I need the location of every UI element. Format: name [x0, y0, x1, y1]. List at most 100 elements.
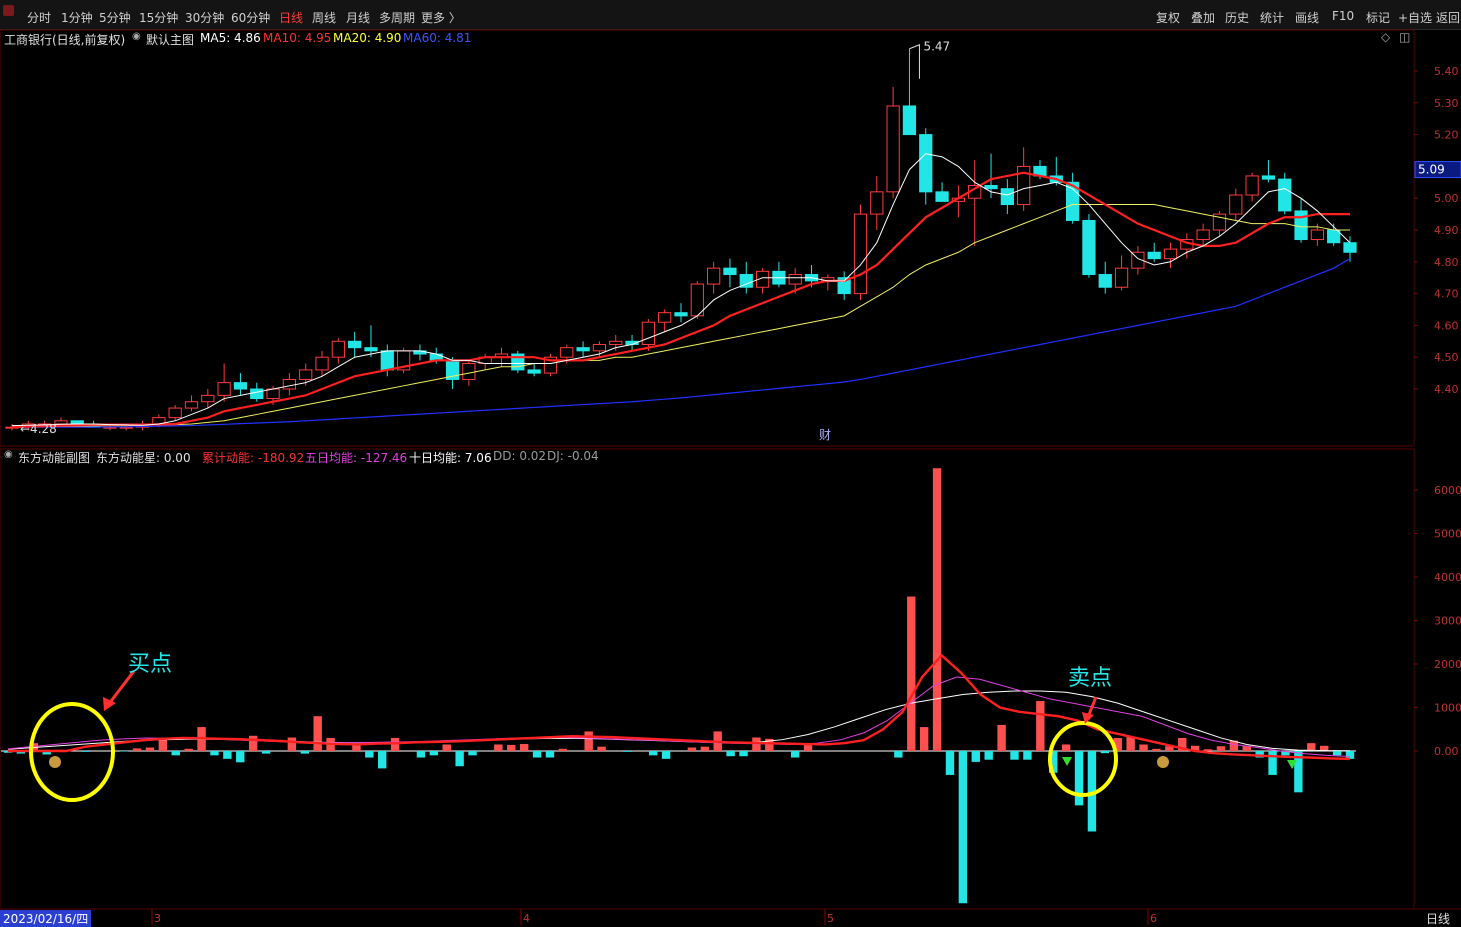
toolbar: 分时 1分钟 5分钟 15分钟 30分钟 60分钟日线周线月线多周期更多 〉 复权叠加历史统… [0, 0, 1461, 30]
sell-point-label: 卖点 [1068, 660, 1112, 692]
momentum-bar [1204, 749, 1212, 751]
momentum-bar [365, 751, 373, 758]
sub-chart-title[interactable]: 东方动能副图 [18, 449, 90, 466]
sub-panel-toggle-icon[interactable]: ◉ [4, 449, 13, 460]
toolbar-action-0[interactable]: 复权 [1156, 9, 1180, 26]
toolbar-period-4[interactable]: 30分钟 [185, 9, 224, 26]
month-label: 6 [1150, 912, 1157, 925]
momentum-bar [455, 751, 463, 766]
momentum-bar [1036, 701, 1044, 751]
momentum-bar [804, 744, 812, 751]
momentum-bar [597, 747, 605, 751]
candle-body [316, 357, 328, 370]
candle-body [349, 341, 361, 347]
candle-body [251, 389, 263, 399]
toolbar-period-5[interactable]: 60分钟 [231, 9, 270, 26]
momentum-bar [623, 751, 631, 752]
toolbar-period-0[interactable]: 分时 [27, 9, 51, 26]
toolbar-period-2[interactable]: 5分钟 [99, 9, 131, 26]
candle-body [1246, 176, 1258, 195]
candle-body [936, 192, 948, 202]
ma-legend-2: MA20: 4.90 [333, 31, 401, 45]
momentum-bar [210, 751, 218, 755]
candle-body [985, 185, 997, 188]
toolbar-action-6[interactable]: 标记 [1366, 9, 1390, 26]
price-axis-tick-label: 4.60 [1434, 319, 1459, 332]
toolbar-action-8[interactable]: 返回 [1436, 9, 1460, 26]
price-axis-tick-label: 4.80 [1434, 256, 1459, 269]
candle-body [724, 268, 736, 274]
candle-body [332, 341, 344, 357]
maximize-icon[interactable]: ◫ [1399, 30, 1410, 44]
sub-axis-tick-label: 4000 [1434, 571, 1461, 584]
five-day-momentum-line [8, 677, 1350, 756]
sub-legend-3: DD: 0.02 [493, 449, 546, 463]
toolbar-period-6[interactable]: 日线 [279, 9, 303, 26]
candle-body [1262, 176, 1274, 179]
min-price-label: ←4.28 [20, 422, 57, 436]
toolbar-period-9[interactable]: 多周期 [379, 9, 415, 26]
sub-legend-1: 五日均能: -127.46 [305, 449, 407, 466]
toolbar-action-2[interactable]: 历史 [1225, 9, 1249, 26]
candle-body [1328, 230, 1340, 243]
toolbar-period-10[interactable]: 更多 〉 [421, 9, 461, 26]
candle-body [854, 214, 866, 294]
momentum-bar [1023, 751, 1031, 760]
month-label: 4 [523, 912, 530, 925]
cumulative-momentum-line [8, 655, 1350, 759]
momentum-bar [313, 716, 321, 751]
candle-body [283, 379, 295, 389]
chart-area[interactable]: 4.404.504.604.704.804.905.005.105.205.30… [0, 29, 1461, 926]
money-bag-icon [49, 756, 61, 768]
candle-body [1311, 230, 1323, 240]
momentum-bar [739, 751, 747, 756]
toolbar-period-8[interactable]: 月线 [346, 9, 370, 26]
momentum-bar [997, 725, 1005, 751]
toolbar-period-1[interactable]: 1分钟 [61, 9, 93, 26]
expand-diamond-icon[interactable]: ◇ [1381, 30, 1390, 44]
sub-panel-frame [0, 449, 1414, 909]
sell-signal-arrow-icon [1062, 757, 1072, 766]
toolbar-action-4[interactable]: 画线 [1295, 9, 1319, 26]
toolbar-period-7[interactable]: 周线 [312, 9, 336, 26]
momentum-bar [688, 748, 696, 751]
money-bag-icon [1157, 756, 1169, 768]
sub-axis-tick-label: 1000 [1434, 702, 1461, 715]
candle-body [267, 389, 279, 399]
candle-body [1279, 179, 1291, 211]
price-axis-tick-label: 5.40 [1434, 65, 1459, 78]
candle-body [1295, 211, 1307, 240]
candle-body [528, 370, 540, 373]
momentum-bar [288, 738, 296, 751]
toolbar-action-5[interactable]: F10 [1332, 9, 1354, 23]
momentum-bar [443, 744, 451, 751]
stock-name-label: 工商银行(日线,前复权) [4, 31, 125, 48]
ma10-line [12, 173, 1350, 427]
period-label[interactable]: 日线 [1426, 910, 1450, 927]
close-icon[interactable] [3, 5, 14, 16]
candle-body [887, 106, 899, 192]
momentum-bar [533, 751, 541, 758]
cursor-date-label: 2023/02/16/四 [0, 910, 91, 927]
candle-body [871, 192, 883, 214]
price-axis-tick-label: 4.50 [1434, 351, 1459, 364]
sub-axis-tick-label: 3000 [1434, 615, 1461, 628]
main-template-label[interactable]: 默认主图 [146, 31, 194, 48]
momentum-bar [972, 751, 980, 762]
momentum-bar [1062, 744, 1070, 751]
candle-body [1001, 189, 1013, 205]
toolbar-action-1[interactable]: 叠加 [1191, 9, 1215, 26]
toolbar-action-3[interactable]: 统计 [1260, 9, 1284, 26]
momentum-bar [1217, 746, 1225, 751]
candle-body [185, 402, 197, 408]
candle-body [1230, 195, 1242, 214]
momentum-bar [262, 751, 270, 754]
momentum-bar [1075, 751, 1083, 805]
main-template-icon[interactable]: ◉ [132, 31, 141, 42]
toolbar-action-7[interactable]: +自选 [1398, 9, 1432, 26]
momentum-bar [81, 751, 89, 752]
sub-legend-4: DJ: -0.04 [547, 449, 599, 463]
momentum-bar [184, 749, 192, 751]
momentum-bar [172, 751, 180, 755]
toolbar-period-3[interactable]: 15分钟 [139, 9, 178, 26]
